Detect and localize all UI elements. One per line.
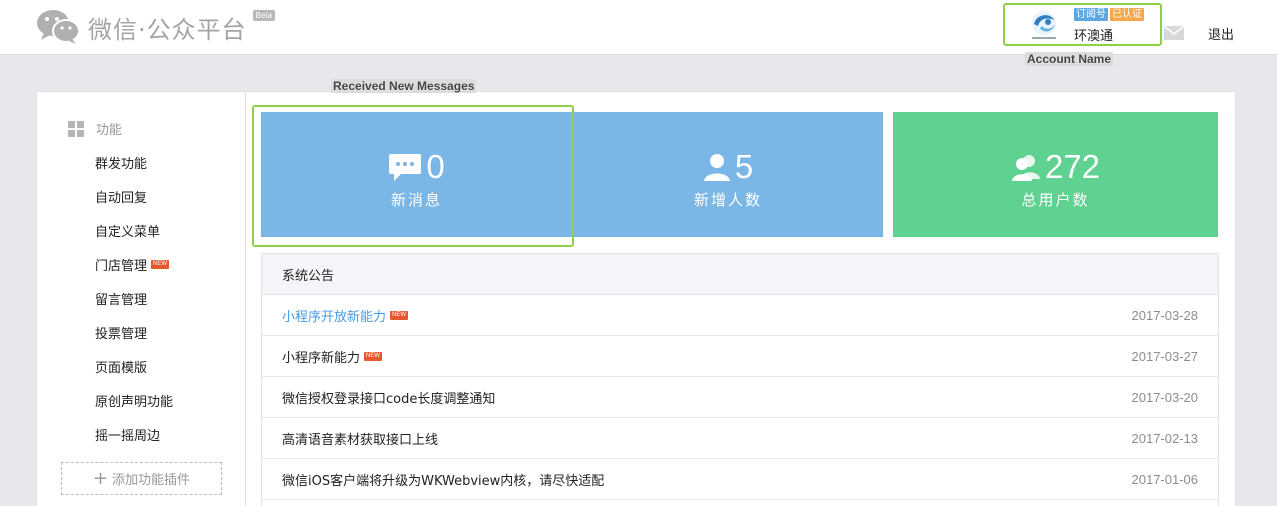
new-badge: NEW [364,351,383,361]
users-icon [1011,154,1040,181]
announcement-date: 2017-03-27 [1131,348,1199,364]
sidebar-item-votes[interactable]: 投票管理 [95,323,147,342]
new-badge: NEW [151,260,170,269]
stat-label: 新增人数 [693,191,762,209]
announcement-date: 2017-01-06 [1131,471,1199,487]
announcements-panel: 系统公告 小程序开放新能力 NEW 2017-03-28 小程序新能力 NEW … [261,253,1219,506]
top-header: 微信·公众平台 Beta 订阅号 已认证 环澳通 退出 [0,0,1277,55]
account-name[interactable]: 环澳通 [1074,25,1113,44]
annotation-received-messages: Received New Messages [331,79,477,93]
beta-badge: Beta [252,10,276,21]
sidebar-item-label: 自动回复 [95,191,148,206]
wechat-logo[interactable]: 微信·公众平台 Beta [36,8,276,45]
sidebar-item-label: 原创声明功能 [95,395,174,410]
stat-label: 总用户数 [1021,191,1090,209]
sidebar-item-shake[interactable]: 摇一摇周边 [95,425,160,444]
sidebar-item-mass-send[interactable]: 群发功能 [95,153,147,172]
sidebar-item-comments[interactable]: 留言管理 [95,289,147,308]
logout-link[interactable]: 退出 [1208,24,1234,43]
announcement-title[interactable]: 微信授权登录接口code长度调整通知 [282,388,495,407]
stat-value: 0 [426,148,445,185]
announcement-row[interactable]: 微信iOS客户端将升级为WKWebview内核，请尽快适配 2017-01-06 [262,459,1218,500]
announcement-title-link[interactable]: 微信授权登录接口code长度调整通知 [282,388,495,407]
sidebar-item-auto-reply[interactable]: 自动回复 [95,187,147,206]
account-avatar[interactable] [1026,8,1062,42]
announcement-title-link[interactable]: 高清语音素材获取接口上线 [282,429,438,448]
account-badges: 订阅号 已认证 [1074,8,1144,21]
sidebar-item-label: 摇一摇周边 [95,429,161,444]
wechat-logo-icon [37,10,80,44]
stat-new-users[interactable]: 5 新增人数 [572,112,883,237]
mail-icon[interactable] [1164,26,1184,40]
announcement-title[interactable]: 微信iOS客户端将升级为WKWebview内核，请尽快适配 [282,470,604,489]
add-plugin-label: 添加功能插件 [112,473,191,488]
account-panel[interactable]: 订阅号 已认证 环澳通 [1003,3,1162,46]
announcement-title[interactable]: 小程序开放新能力 [282,306,386,325]
verified-badge: 已认证 [1110,8,1144,21]
user-icon [703,153,730,181]
sidebar-item-page-templates[interactable]: 页面模版 [95,357,147,376]
stat-value: 5 [734,148,754,185]
announcement-title[interactable]: 小程序新能力 [282,347,360,366]
stat-total-users[interactable]: 272 总用户数 [893,112,1218,237]
logo-text: 微信·公众平台 [88,16,247,44]
sidebar-item-label: 投票管理 [95,327,148,342]
sidebar-item-label: 留言管理 [95,293,148,308]
announcement-row[interactable]: 微信授权登录接口code长度调整通知 2017-03-20 [262,377,1218,418]
announcement-date: 2017-02-13 [1131,430,1199,446]
plus-icon: + [92,467,109,489]
announcements-header: 系统公告 [262,254,1218,295]
announcement-row[interactable]: 高清语音素材获取接口上线 2017-02-13 [262,418,1218,459]
sidebar-section-label: 功能 [96,123,123,138]
announcement-title-link[interactable]: 小程序新能力 NEW [282,347,383,366]
announcement-title[interactable]: 高清语音素材获取接口上线 [282,429,438,448]
announcement-date: 2017-03-28 [1131,307,1199,323]
sidebar-item-label: 群发功能 [95,157,148,172]
sidebar-item-store-management[interactable]: 门店管理 NEW [95,255,170,274]
sidebar-item-label: 自定义菜单 [95,225,161,240]
add-plugin-button[interactable]: + 添加功能插件 [61,462,222,495]
announcement-title-link[interactable]: 小程序开放新能力 NEW [282,306,409,325]
sidebar-item-label: 页面模版 [95,361,148,376]
stat-label: 新消息 [390,191,442,209]
announcements-title: 系统公告 [282,268,335,284]
sidebar: 功能 群发功能 自动回复 自定义菜单 门店管理 NEW 留言管理 投票管理 页面… [37,92,246,506]
sidebar-item-originality[interactable]: 原创声明功能 [95,391,173,410]
new-badge: NEW [390,310,409,320]
announcement-row[interactable]: 小程序新能力 NEW 2017-03-27 [262,336,1218,377]
grid-icon [68,120,84,137]
announcement-title-link[interactable]: 微信iOS客户端将升级为WKWebview内核，请尽快适配 [282,470,604,489]
subscription-badge: 订阅号 [1074,8,1108,21]
sidebar-item-custom-menu[interactable]: 自定义菜单 [95,221,160,240]
sidebar-item-label: 门店管理 [95,259,148,274]
announcement-row[interactable]: 小程序开放新能力 NEW 2017-03-28 [262,295,1218,336]
announcement-date: 2017-03-20 [1131,389,1199,405]
stat-value: 272 [1044,148,1101,185]
message-icon [389,153,422,181]
stat-new-messages[interactable]: 0 新消息 [261,112,572,237]
annotation-account-name: Account Name [1025,52,1114,66]
sidebar-section-header: 功能 [68,119,122,138]
